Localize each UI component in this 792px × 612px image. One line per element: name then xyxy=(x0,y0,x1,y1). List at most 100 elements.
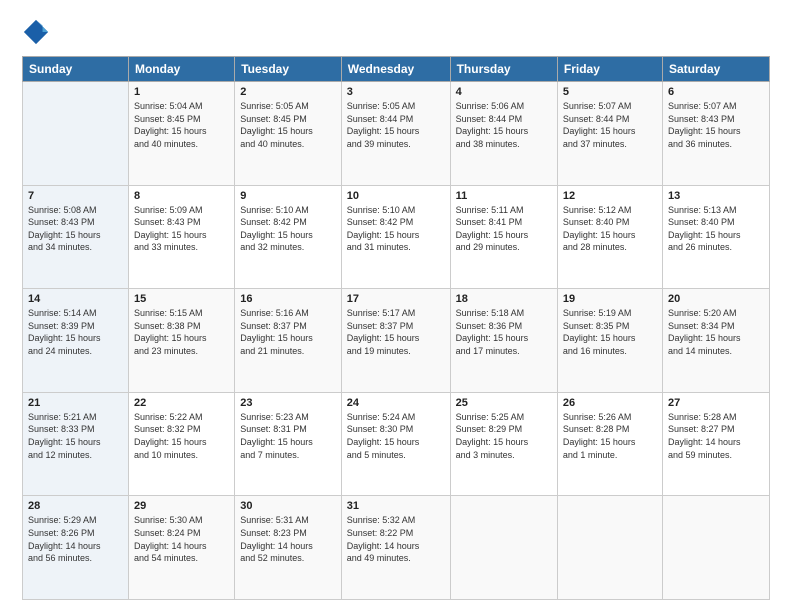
day-number: 25 xyxy=(456,397,552,409)
day-number: 10 xyxy=(347,190,445,202)
day-number: 5 xyxy=(563,86,657,98)
day-detail: Sunrise: 5:09 AM Sunset: 8:43 PM Dayligh… xyxy=(134,204,229,254)
day-number: 29 xyxy=(134,500,229,512)
calendar-week-row: 7Sunrise: 5:08 AM Sunset: 8:43 PM Daylig… xyxy=(23,185,770,289)
calendar-cell: 15 Sunrise: 5:15 AM Sunset: 8:38 PM Dayli… xyxy=(128,289,234,393)
day-number: 22 xyxy=(134,397,229,409)
calendar-cell: 29Sunrise: 5:30 AM Sunset: 8:24 PM Dayli… xyxy=(128,496,234,600)
day-number: 28 xyxy=(28,500,123,512)
logo xyxy=(22,18,54,46)
calendar-cell: 30Sunrise: 5:31 AM Sunset: 8:23 PM Dayli… xyxy=(235,496,342,600)
calendar-week-row: 28 Sunrise: 5:29 AM Sunset: 8:26 PM Dayli… xyxy=(23,496,770,600)
day-number: 19 xyxy=(563,293,657,305)
day-number: 13 xyxy=(668,190,764,202)
header-tuesday: Tuesday xyxy=(235,57,342,82)
calendar-cell: 21 Sunrise: 5:21 AM Sunset: 8:33 PM Dayli… xyxy=(23,392,129,496)
calendar-cell: 5 Sunrise: 5:07 AM Sunset: 8:44 PM Daylig… xyxy=(557,82,662,186)
day-number: 24 xyxy=(347,397,445,409)
day-detail: Sunrise: 5:20 AM Sunset: 8:34 PM Dayligh… xyxy=(668,307,764,357)
calendar-cell: 12Sunrise: 5:12 AM Sunset: 8:40 PM Dayli… xyxy=(557,185,662,289)
calendar-cell: 1 Sunrise: 5:04 AM Sunset: 8:45 PM Daylig… xyxy=(128,82,234,186)
calendar-cell xyxy=(450,496,557,600)
day-detail: Sunrise: 5:12 AM Sunset: 8:40 PM Dayligh… xyxy=(563,204,657,254)
day-detail: Sunrise: 5:10 AM Sunset: 8:42 PM Dayligh… xyxy=(347,204,445,254)
calendar-cell: 3 Sunrise: 5:05 AM Sunset: 8:44 PM Daylig… xyxy=(341,82,450,186)
day-number: 31 xyxy=(347,500,445,512)
calendar-week-row: 21 Sunrise: 5:21 AM Sunset: 8:33 PM Dayli… xyxy=(23,392,770,496)
day-number: 17 xyxy=(347,293,445,305)
calendar-cell xyxy=(557,496,662,600)
day-detail: Sunrise: 5:23 AM Sunset: 8:31 PM Dayligh… xyxy=(240,411,336,461)
day-detail: Sunrise: 5:05 AM Sunset: 8:44 PM Dayligh… xyxy=(347,100,445,150)
calendar-cell: 23Sunrise: 5:23 AM Sunset: 8:31 PM Dayli… xyxy=(235,392,342,496)
calendar-cell: 22Sunrise: 5:22 AM Sunset: 8:32 PM Dayli… xyxy=(128,392,234,496)
header-saturday: Saturday xyxy=(662,57,769,82)
calendar-week-row: 14Sunrise: 5:14 AM Sunset: 8:39 PM Dayli… xyxy=(23,289,770,393)
header-thursday: Thursday xyxy=(450,57,557,82)
calendar-cell xyxy=(23,82,129,186)
calendar-cell: 19 Sunrise: 5:19 AM Sunset: 8:35 PM Dayli… xyxy=(557,289,662,393)
day-number: 1 xyxy=(134,86,229,98)
day-detail: Sunrise: 5:21 AM Sunset: 8:33 PM Dayligh… xyxy=(28,411,123,461)
day-detail: Sunrise: 5:17 AM Sunset: 8:37 PM Dayligh… xyxy=(347,307,445,357)
day-detail: Sunrise: 5:14 AM Sunset: 8:39 PM Dayligh… xyxy=(28,307,123,357)
day-detail: Sunrise: 5:15 AM Sunset: 8:38 PM Dayligh… xyxy=(134,307,229,357)
day-detail: Sunrise: 5:10 AM Sunset: 8:42 PM Dayligh… xyxy=(240,204,336,254)
calendar-week-row: 1 Sunrise: 5:04 AM Sunset: 8:45 PM Daylig… xyxy=(23,82,770,186)
day-number: 21 xyxy=(28,397,123,409)
calendar-cell: 10 Sunrise: 5:10 AM Sunset: 8:42 PM Dayli… xyxy=(341,185,450,289)
day-number: 26 xyxy=(563,397,657,409)
day-detail: Sunrise: 5:26 AM Sunset: 8:28 PM Dayligh… xyxy=(563,411,657,461)
calendar-cell: 14Sunrise: 5:14 AM Sunset: 8:39 PM Dayli… xyxy=(23,289,129,393)
day-number: 15 xyxy=(134,293,229,305)
day-number: 3 xyxy=(347,86,445,98)
day-detail: Sunrise: 5:07 AM Sunset: 8:43 PM Dayligh… xyxy=(668,100,764,150)
logo-icon xyxy=(22,18,50,46)
calendar-cell xyxy=(662,496,769,600)
day-number: 2 xyxy=(240,86,336,98)
day-detail: Sunrise: 5:06 AM Sunset: 8:44 PM Dayligh… xyxy=(456,100,552,150)
day-number: 30 xyxy=(240,500,336,512)
day-number: 16 xyxy=(240,293,336,305)
calendar-cell: 25 Sunrise: 5:25 AM Sunset: 8:29 PM Dayli… xyxy=(450,392,557,496)
calendar-header-row: SundayMondayTuesdayWednesdayThursdayFrid… xyxy=(23,57,770,82)
calendar-cell: 16 Sunrise: 5:16 AM Sunset: 8:37 PM Dayli… xyxy=(235,289,342,393)
day-number: 6 xyxy=(668,86,764,98)
calendar-cell: 27Sunrise: 5:28 AM Sunset: 8:27 PM Dayli… xyxy=(662,392,769,496)
day-detail: Sunrise: 5:29 AM Sunset: 8:26 PM Dayligh… xyxy=(28,514,123,564)
header-monday: Monday xyxy=(128,57,234,82)
header xyxy=(22,18,770,46)
day-detail: Sunrise: 5:32 AM Sunset: 8:22 PM Dayligh… xyxy=(347,514,445,564)
calendar-cell: 20Sunrise: 5:20 AM Sunset: 8:34 PM Dayli… xyxy=(662,289,769,393)
day-detail: Sunrise: 5:19 AM Sunset: 8:35 PM Dayligh… xyxy=(563,307,657,357)
day-number: 27 xyxy=(668,397,764,409)
calendar-cell: 24 Sunrise: 5:24 AM Sunset: 8:30 PM Dayli… xyxy=(341,392,450,496)
day-detail: Sunrise: 5:24 AM Sunset: 8:30 PM Dayligh… xyxy=(347,411,445,461)
page: SundayMondayTuesdayWednesdayThursdayFrid… xyxy=(0,0,792,612)
day-detail: Sunrise: 5:25 AM Sunset: 8:29 PM Dayligh… xyxy=(456,411,552,461)
day-detail: Sunrise: 5:18 AM Sunset: 8:36 PM Dayligh… xyxy=(456,307,552,357)
header-friday: Friday xyxy=(557,57,662,82)
calendar-cell: 28 Sunrise: 5:29 AM Sunset: 8:26 PM Dayli… xyxy=(23,496,129,600)
day-detail: Sunrise: 5:07 AM Sunset: 8:44 PM Dayligh… xyxy=(563,100,657,150)
day-detail: Sunrise: 5:16 AM Sunset: 8:37 PM Dayligh… xyxy=(240,307,336,357)
header-wednesday: Wednesday xyxy=(341,57,450,82)
calendar-cell: 11 Sunrise: 5:11 AM Sunset: 8:41 PM Dayli… xyxy=(450,185,557,289)
calendar-cell: 9 Sunrise: 5:10 AM Sunset: 8:42 PM Daylig… xyxy=(235,185,342,289)
calendar-cell: 31 Sunrise: 5:32 AM Sunset: 8:22 PM Dayli… xyxy=(341,496,450,600)
calendar-cell: 13 Sunrise: 5:13 AM Sunset: 8:40 PM Dayli… xyxy=(662,185,769,289)
calendar-cell: 4 Sunrise: 5:06 AM Sunset: 8:44 PM Daylig… xyxy=(450,82,557,186)
day-number: 11 xyxy=(456,190,552,202)
calendar-cell: 18Sunrise: 5:18 AM Sunset: 8:36 PM Dayli… xyxy=(450,289,557,393)
calendar-cell: 26 Sunrise: 5:26 AM Sunset: 8:28 PM Dayli… xyxy=(557,392,662,496)
calendar-cell: 2Sunrise: 5:05 AM Sunset: 8:45 PM Daylig… xyxy=(235,82,342,186)
day-detail: Sunrise: 5:04 AM Sunset: 8:45 PM Dayligh… xyxy=(134,100,229,150)
day-number: 4 xyxy=(456,86,552,98)
day-detail: Sunrise: 5:11 AM Sunset: 8:41 PM Dayligh… xyxy=(456,204,552,254)
day-detail: Sunrise: 5:13 AM Sunset: 8:40 PM Dayligh… xyxy=(668,204,764,254)
calendar-cell: 7Sunrise: 5:08 AM Sunset: 8:43 PM Daylig… xyxy=(23,185,129,289)
day-number: 9 xyxy=(240,190,336,202)
day-number: 7 xyxy=(28,190,123,202)
header-sunday: Sunday xyxy=(23,57,129,82)
calendar-cell: 17 Sunrise: 5:17 AM Sunset: 8:37 PM Dayli… xyxy=(341,289,450,393)
